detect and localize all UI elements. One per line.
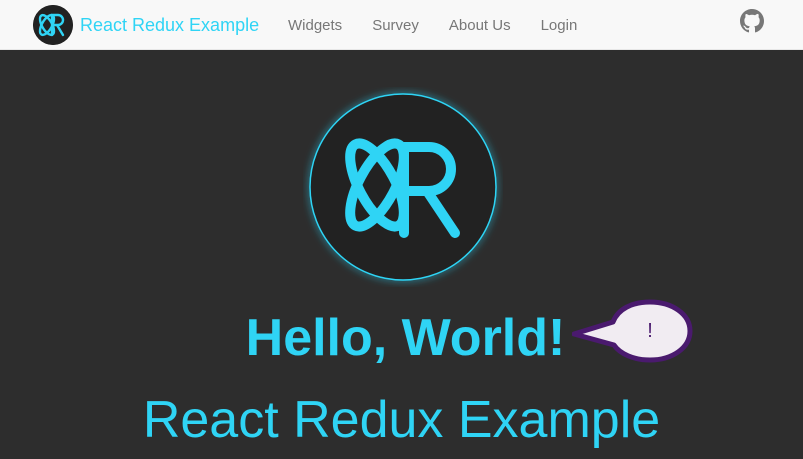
hero-section: Hello, World! ! React Redux Example <box>0 50 803 459</box>
react-redux-logo-large-icon <box>309 93 497 281</box>
react-redux-logo-icon <box>33 5 73 45</box>
nav-item-login[interactable]: Login <box>526 17 593 34</box>
hello-heading-text: Hello, World! <box>245 309 566 367</box>
speech-bubble-text: ! <box>647 320 653 342</box>
navbar: React Redux Example Widgets Survey About… <box>0 0 803 50</box>
nav-links: Widgets Survey About Us Login <box>273 0 592 50</box>
nav-item-about-us[interactable]: About Us <box>434 17 526 34</box>
page-subtitle: React Redux Example <box>142 391 661 449</box>
nav-item-widgets[interactable]: Widgets <box>273 17 357 34</box>
brand-link[interactable]: React Redux Example <box>33 2 259 48</box>
github-icon[interactable] <box>740 9 764 33</box>
nav-item-survey[interactable]: Survey <box>357 17 434 34</box>
speech-bubble-icon[interactable] <box>572 298 694 368</box>
brand-title: React Redux Example <box>80 14 260 35</box>
